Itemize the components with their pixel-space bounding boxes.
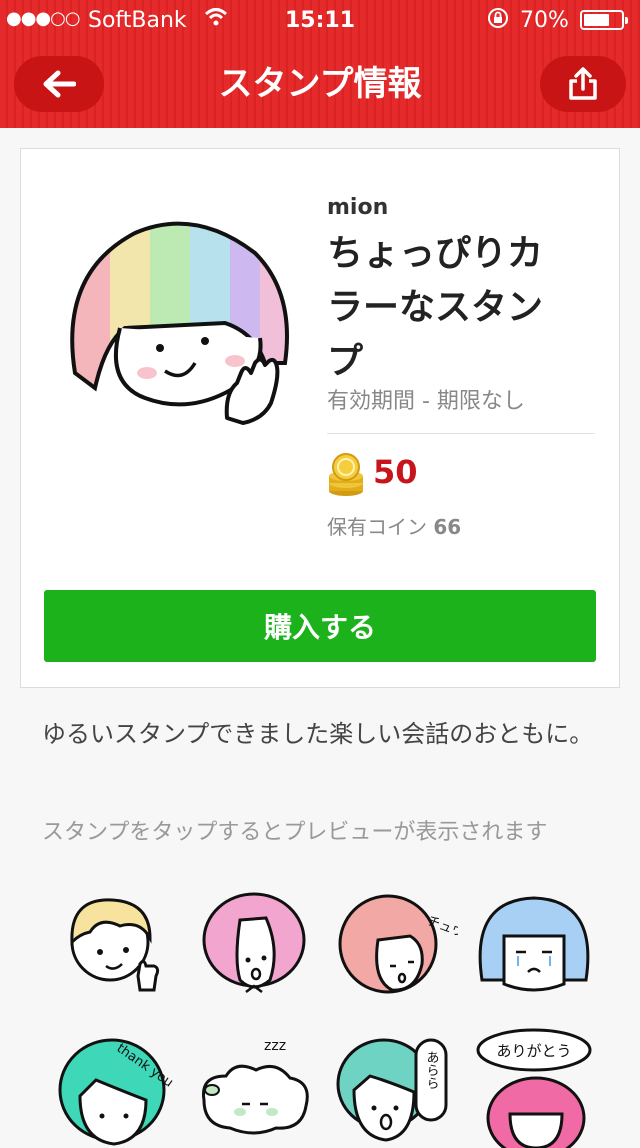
author-name[interactable]: mion — [327, 195, 388, 220]
blonde-thumbs-up-sticker[interactable] — [50, 880, 178, 1008]
sticker-thumbnail[interactable] — [65, 213, 295, 433]
sticker-title: ちょっぴりカラーなスタンプ — [327, 233, 544, 382]
navigation-bar: ●●●○○ SoftBank 15:11 70% スタンプ情報 — [0, 0, 640, 128]
sleeping-sheep-sticker[interactable]: zzz — [190, 1020, 318, 1148]
teal-hair-thank-you-sticker[interactable]: thank you — [50, 1020, 178, 1148]
teal-hair-arara-sticker[interactable]: あらら — [330, 1020, 458, 1148]
preview-hint: スタンプをタップするとプレビューが表示されます — [42, 820, 548, 845]
arara-text: あらら — [424, 1051, 439, 1090]
price: 50 — [373, 453, 418, 491]
arigatou-sticker[interactable]: ありがとう — [470, 1020, 598, 1148]
share-icon — [569, 67, 597, 100]
arigatou-text: ありがとう — [496, 1042, 571, 1060]
battery-icon — [580, 10, 628, 30]
owned-coins-label: 保有コイン — [327, 515, 427, 539]
status-bar: ●●●○○ SoftBank 15:11 70% — [0, 0, 640, 40]
pink-hair-sticker[interactable] — [190, 880, 318, 1008]
zzz-text: zzz — [264, 1038, 286, 1054]
divider — [327, 433, 595, 434]
owned-coins-count: 66 — [433, 515, 462, 539]
share-button[interactable] — [540, 56, 626, 112]
sticker-info-card: mion ちょっぴりカラーなスタンプ 有効期間 - 期限なし 50 保有コイン … — [20, 148, 620, 688]
salmon-hair-kiss-sticker[interactable]: チュウ — [330, 880, 458, 1008]
coin-icon — [329, 453, 363, 496]
blue-hair-crying-sticker[interactable] — [470, 880, 598, 1008]
validity-period: 有効期間 - 期限なし — [327, 389, 525, 414]
orientation-lock-icon — [486, 6, 510, 36]
owned-coins: 保有コイン 66 — [327, 511, 461, 540]
sticker-preview-grid: チュウ thank you zzz あらら ありがとう — [40, 880, 620, 1148]
sticker-description: ゆるいスタンプできました楽しい会話のおともに。 — [42, 720, 594, 748]
battery-percentage: 70% — [520, 8, 569, 33]
buy-button[interactable]: 購入する — [44, 590, 596, 662]
